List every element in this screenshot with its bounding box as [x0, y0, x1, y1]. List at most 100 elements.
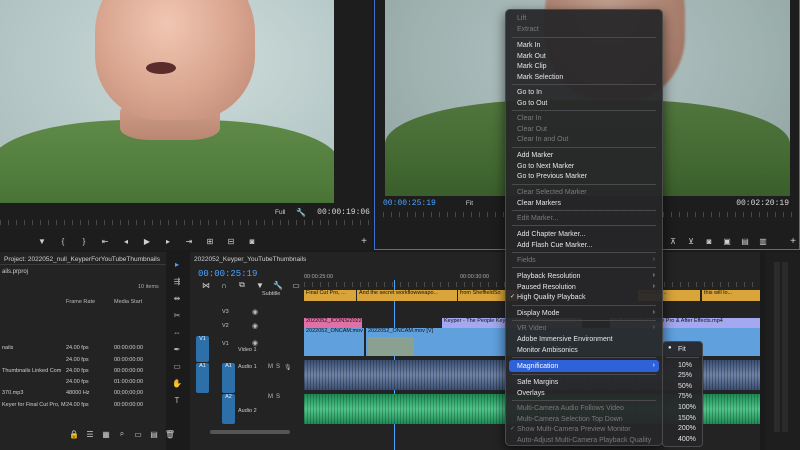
menu-item-display-mode[interactable]: Display Mode [517, 309, 559, 318]
hand-tool-icon[interactable]: ✋ [171, 379, 183, 391]
menu-item-add-marker[interactable]: Add Marker [517, 151, 553, 160]
wrench-icon[interactable]: 🔧 [295, 206, 307, 218]
toggle-proxies-icon[interactable]: ▤ [739, 235, 751, 247]
solo-icon[interactable]: S [276, 364, 280, 370]
col-media-start[interactable]: Media Start [114, 299, 142, 305]
menu-item-mark-clip[interactable]: Mark Clip [517, 62, 547, 71]
linked-selection-icon[interactable]: ⧉ [236, 279, 248, 291]
magnification-option[interactable]: 50% [678, 382, 692, 391]
list-item[interactable]: 24.00 fps 00:00:00:00 [0, 355, 160, 366]
magnification-option[interactable]: 400% [678, 435, 696, 444]
magnification-option[interactable]: 10% [678, 361, 692, 370]
mark-out-icon[interactable]: } [78, 235, 90, 247]
menu-item-mark-selection[interactable]: Mark Selection [517, 73, 563, 82]
magnification-option[interactable]: 25% [678, 371, 692, 380]
snap-icon[interactable]: ∩ [218, 279, 230, 291]
v1-source-patch[interactable]: V1 [196, 336, 209, 362]
program-timecode[interactable]: 00:00:25:19 [383, 199, 436, 208]
list-item[interactable]: nails 24.00 fps 00:00:00:00 [0, 343, 160, 354]
step-back-icon[interactable]: ◂ [120, 235, 132, 247]
a1-target[interactable]: A1 [222, 363, 235, 393]
export-frame-icon[interactable]: ◙ [703, 235, 715, 247]
type-tool-icon[interactable]: T [171, 396, 183, 408]
list-item[interactable]: Thumbnails Linked Com 24.00 fps 00:00:00… [0, 366, 160, 377]
go-to-in-icon[interactable]: ⇤ [99, 235, 111, 247]
menu-item-go-to-out[interactable]: Go to Out [517, 99, 547, 108]
microphone-icon[interactable]: 🎙 [284, 364, 292, 371]
program-add-button-icon[interactable]: + [787, 235, 799, 247]
menu-item-mark-in[interactable]: Mark In [517, 41, 540, 50]
a1-source-patch[interactable]: A1 [196, 363, 209, 393]
mute-icon[interactable]: M [268, 394, 273, 400]
menu-item-paused-resolution[interactable]: Paused Resolution [517, 283, 576, 292]
menu-item-safe-margins[interactable]: Safe Margins [517, 378, 558, 387]
search-icon[interactable]: ⌕ [116, 428, 128, 440]
menu-item-monitor-ambisonics[interactable]: Monitor Ambisonics [517, 346, 578, 355]
list-view-icon[interactable]: ☰ [84, 428, 96, 440]
play-icon[interactable]: ▶ [141, 235, 153, 247]
magnification-option[interactable]: 100% [678, 403, 696, 412]
menu-item-go-to-next-marker[interactable]: Go to Next Marker [517, 162, 574, 171]
camera-icon[interactable]: ◙ [246, 235, 258, 247]
source-zoom-select[interactable]: Full [275, 209, 285, 216]
vr-icon[interactable]: ▥ [757, 235, 769, 247]
add-marker-icon[interactable]: ▼ [254, 279, 266, 291]
list-item[interactable]: 24.00 fps 01:00:00:00 [0, 377, 160, 388]
menu-item-adobe-immersive-environment[interactable]: Adobe Immersive Environment [517, 335, 613, 344]
menu-item-add-chapter-marker[interactable]: Add Chapter Marker... [517, 230, 585, 239]
menu-item-magnification[interactable]: Magnification [517, 362, 558, 371]
list-item[interactable]: Keyer for Final Cut Pro, M 24.00 fps 00:… [0, 400, 160, 411]
compare-icon[interactable]: ▣ [721, 235, 733, 247]
timeline-timecode[interactable]: 00:00:25:19 [198, 269, 257, 279]
wrench-icon[interactable]: 🔧 [272, 279, 284, 291]
menu-item-go-to-in[interactable]: Go to In [517, 88, 542, 97]
step-forward-icon[interactable]: ▸ [162, 235, 174, 247]
magnification-option[interactable]: 150% [678, 414, 696, 423]
folder-icon[interactable]: ▭ [132, 428, 144, 440]
subtitle-clip[interactable]: this will lo... [702, 290, 760, 301]
go-to-out-icon[interactable]: ⇥ [183, 235, 195, 247]
slip-tool-icon[interactable]: ⇔ [171, 328, 183, 340]
icon-view-icon[interactable]: ▦ [100, 428, 112, 440]
magnification-option[interactable]: 75% [678, 392, 692, 401]
add-button-icon[interactable]: + [358, 235, 370, 247]
list-item[interactable]: 370.mp3 48000 Hz 00;00;00;00 [0, 388, 160, 399]
magnification-option[interactable]: 200% [678, 424, 696, 433]
pen-tool-icon[interactable]: ✒ [171, 345, 183, 357]
lock-icon[interactable]: 🔒 [68, 428, 80, 440]
menu-item-playback-resolution[interactable]: Playback Resolution [517, 272, 580, 281]
project-tab[interactable]: Project: 2022052_null_KeyperForYouTubeTh… [4, 256, 160, 263]
rectangle-tool-icon[interactable]: ▭ [171, 362, 183, 374]
eye-icon[interactable]: ◉ [252, 339, 258, 347]
subtitle-clip[interactable]: And the secret workflowweapo... [357, 290, 457, 301]
mute-icon[interactable]: M [268, 364, 273, 370]
ripple-edit-tool-icon[interactable]: ⇹ [171, 294, 183, 306]
v1-video-clip[interactable]: 2022052_ONCAM.mov [V] [304, 328, 364, 356]
add-marker-icon[interactable]: ▼ [36, 235, 48, 247]
eye-icon[interactable]: ◉ [252, 308, 258, 316]
trash-icon[interactable]: 🗑 [164, 428, 176, 440]
timeline-scrollbar[interactable] [210, 430, 290, 434]
nest-icon[interactable]: ⋈ [200, 279, 212, 291]
mark-in-icon[interactable]: { [57, 235, 69, 247]
extract-icon[interactable]: ⊻ [685, 235, 697, 247]
eye-icon[interactable]: ◉ [252, 322, 258, 330]
menu-item-mark-out[interactable]: Mark Out [517, 52, 546, 61]
menu-item-overlays[interactable]: Overlays [517, 389, 545, 398]
insert-icon[interactable]: ⊞ [204, 235, 216, 247]
new-item-icon[interactable]: ▤ [148, 428, 160, 440]
lift-icon[interactable]: ⊼ [667, 235, 679, 247]
subtitle-clip[interactable]: Final Cut Pro, ... [304, 290, 356, 301]
overwrite-icon[interactable]: ⊟ [225, 235, 237, 247]
menu-item-add-flash-cue-marker[interactable]: Add Flash Cue Marker... [517, 241, 592, 250]
sequence-tab[interactable]: 2022052_Keyper_YouTubeThumbnails [194, 256, 306, 263]
selection-tool-icon[interactable]: ▸ [171, 260, 183, 272]
col-frame-rate[interactable]: Frame Rate [66, 299, 95, 305]
track-select-tool-icon[interactable]: ⇶ [171, 277, 183, 289]
magnification-option[interactable]: Fit [678, 345, 686, 354]
a2-target[interactable]: A2 [222, 394, 235, 424]
source-time-ruler[interactable] [0, 220, 372, 225]
captions-icon[interactable]: ▭ [290, 279, 302, 291]
menu-item-go-to-previous-marker[interactable]: Go to Previous Marker [517, 172, 587, 181]
razor-tool-icon[interactable]: ✂ [171, 311, 183, 323]
